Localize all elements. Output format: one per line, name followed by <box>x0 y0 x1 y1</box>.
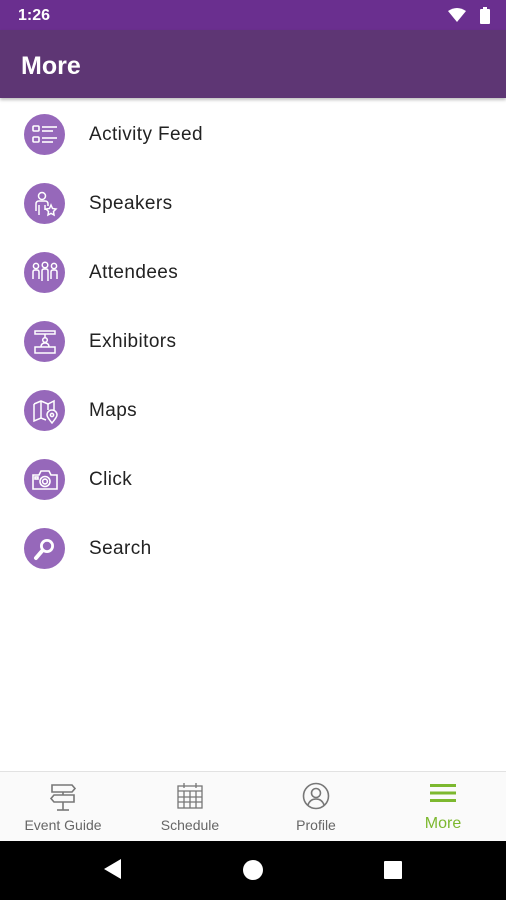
menu-icon <box>430 784 456 802</box>
search-icon <box>24 528 65 569</box>
recents-icon[interactable] <box>384 861 402 879</box>
menu-item-label: Attendees <box>89 262 179 283</box>
system-navigation-bar <box>0 841 506 900</box>
status-time: 1:26 <box>18 7 51 24</box>
tab-profile[interactable]: Profile <box>253 772 379 842</box>
camera-icon <box>24 459 65 500</box>
page-title: More <box>21 52 81 80</box>
signpost-icon <box>49 784 77 811</box>
attendees-icon <box>24 252 65 293</box>
menu-item-label: Speakers <box>89 193 173 214</box>
menu-item-attendees[interactable]: Attendees <box>0 238 506 307</box>
bottom-navigation: Event Guide Schedule Profile More <box>0 771 506 842</box>
tab-event-guide[interactable]: Event Guide <box>0 772 126 842</box>
app-bar: More <box>0 30 506 98</box>
home-icon[interactable] <box>241 858 265 882</box>
exhibitors-icon <box>24 321 65 362</box>
status-bar: 1:26 <box>0 0 506 30</box>
tab-label: Schedule <box>160 817 220 833</box>
menu-item-activity-feed[interactable]: Activity Feed <box>0 100 506 169</box>
tab-more[interactable]: More <box>380 772 506 842</box>
menu-item-label: Exhibitors <box>89 331 177 352</box>
tab-label: Profile <box>296 817 336 833</box>
tab-schedule[interactable]: Schedule <box>127 772 253 842</box>
menu-item-label: Maps <box>89 400 138 421</box>
profile-icon <box>302 782 330 810</box>
menu-item-maps[interactable]: Maps <box>0 376 506 445</box>
tab-label: More <box>424 815 462 832</box>
menu-item-speakers[interactable]: Speakers <box>0 169 506 238</box>
more-menu-list: Activity Feed Speakers Attendees Exhibit… <box>0 100 506 583</box>
tab-label: Event Guide <box>24 817 102 833</box>
menu-item-label: Click <box>89 469 133 490</box>
menu-item-click[interactable]: Click <box>0 445 506 514</box>
calendar-icon <box>177 783 203 809</box>
wifi-icon <box>448 8 466 22</box>
back-icon[interactable] <box>102 857 122 881</box>
maps-icon <box>24 390 65 431</box>
menu-item-label: Activity Feed <box>89 124 203 145</box>
menu-item-label: Search <box>89 538 152 559</box>
speakers-icon <box>24 183 65 224</box>
menu-item-search[interactable]: Search <box>0 514 506 583</box>
activity-feed-icon <box>24 114 65 155</box>
menu-item-exhibitors[interactable]: Exhibitors <box>0 307 506 376</box>
battery-icon <box>480 7 490 24</box>
